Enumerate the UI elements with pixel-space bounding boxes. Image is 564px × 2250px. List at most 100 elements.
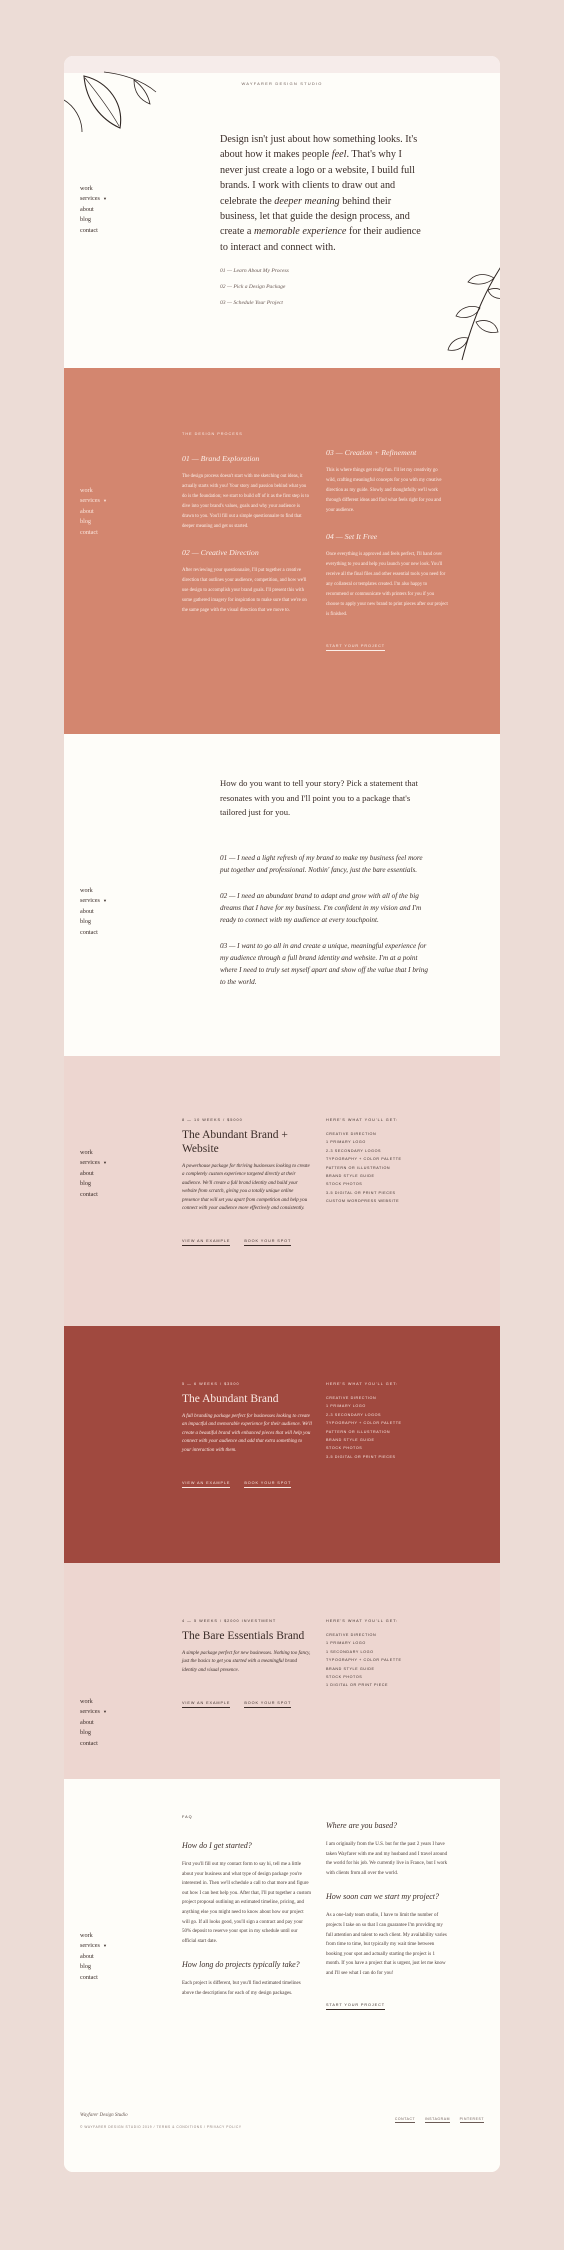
nav-work[interactable]: work xyxy=(80,886,107,896)
footer-link-contact[interactable]: CONTACT xyxy=(394,2117,416,2123)
package-includes: HERE'S WHAT YOU'LL GET: CREATIVE DIRECTI… xyxy=(326,1118,446,1206)
chevron-down-icon: ▼ xyxy=(102,1160,107,1166)
nav-blog[interactable]: blog xyxy=(80,917,107,927)
nav-about[interactable]: about xyxy=(80,205,107,215)
story-option[interactable]: 03 — I want to go all in and create a un… xyxy=(220,940,432,988)
list-item: STOCK PHOTOS xyxy=(326,1446,363,1451)
link-pick-package[interactable]: 02 — Pick a Design Package xyxy=(220,279,289,295)
package-meta: 8 — 10 WEEKS / $5000 xyxy=(182,1118,243,1122)
story-lead: How do you want to tell your story? Pick… xyxy=(220,778,418,818)
footer-link-instagram[interactable]: INSTAGRAM xyxy=(424,2117,451,2123)
nav-services-label: services xyxy=(80,1708,100,1716)
book-spot-button[interactable]: BOOK YOUR SPOT xyxy=(244,1239,292,1247)
nav-blog[interactable]: blog xyxy=(80,215,107,225)
package-description: A simple package perfect for new busines… xyxy=(182,1651,311,1673)
view-example-button[interactable]: VIEW AN EXAMPLE xyxy=(182,1701,231,1709)
start-project-button[interactable]: START YOUR PROJECT xyxy=(326,2003,385,2010)
faq-answer: I am originally from the U.S. but for th… xyxy=(326,1842,448,1876)
nav-work[interactable]: work xyxy=(80,1931,107,1941)
nav-work[interactable]: work xyxy=(80,184,107,194)
story-option[interactable]: 01 — I need a light refresh of my brand … xyxy=(220,852,432,876)
nav-about[interactable]: about xyxy=(80,1952,107,1962)
process-right-column: 03 — Creation + Refinement This is where… xyxy=(326,432,448,652)
nav-services[interactable]: services ▼ xyxy=(80,1707,107,1717)
start-project-button[interactable]: START YOUR PROJECT xyxy=(326,644,385,651)
nav-services[interactable]: services ▼ xyxy=(80,1941,107,1951)
package-section: work services ▼ about blog contact 4 — 5 … xyxy=(64,1563,500,1779)
link-learn-process[interactable]: 01 — Learn About My Process xyxy=(220,263,289,279)
process-eyebrow: THE DESIGN PROCESS xyxy=(182,432,243,436)
nav-services[interactable]: services ▼ xyxy=(80,896,107,906)
nav-about[interactable]: about xyxy=(80,507,107,517)
view-example-button[interactable]: VIEW AN EXAMPLE xyxy=(182,1239,231,1247)
nav-services[interactable]: services ▼ xyxy=(80,1158,107,1168)
nav-work[interactable]: work xyxy=(80,1697,107,1707)
intro-section: work services ▼ about blog contact Design… xyxy=(64,56,500,368)
nav-about[interactable]: about xyxy=(80,1169,107,1179)
list-item: 3-5 DIGITAL OR PRINT PIECES xyxy=(326,1190,396,1195)
side-nav: work services ▼ about blog contact xyxy=(80,486,107,538)
nav-contact[interactable]: contact xyxy=(80,928,107,938)
step-title: 04 — Set It Free xyxy=(326,532,378,541)
includes-label: HERE'S WHAT YOU'LL GET: xyxy=(326,1619,399,1623)
package-includes: HERE'S WHAT YOU'LL GET: CREATIVE DIRECTI… xyxy=(326,1382,446,1461)
nav-services-label: services xyxy=(80,1942,100,1950)
nav-contact[interactable]: contact xyxy=(80,1973,107,1983)
step-body: The design process doesn't start with me… xyxy=(182,474,310,529)
nav-services[interactable]: services ▼ xyxy=(80,496,107,506)
story-options: 01 — I need a light refresh of my brand … xyxy=(220,852,432,1002)
nav-contact[interactable]: contact xyxy=(80,1739,107,1749)
package-buttons: VIEW AN EXAMPLE BOOK YOUR SPOT xyxy=(182,1229,312,1247)
book-spot-button[interactable]: BOOK YOUR SPOT xyxy=(244,1701,292,1709)
nav-blog[interactable]: blog xyxy=(80,1728,107,1738)
list-item: CREATIVE DIRECTION xyxy=(326,1132,377,1136)
side-nav: work services ▼ about blog contact xyxy=(80,1931,107,1983)
nav-blog[interactable]: blog xyxy=(80,1179,107,1189)
nav-services-label: services xyxy=(80,1159,100,1167)
list-item: TYPOGRAPHY + COLOR PALETTE xyxy=(326,1658,402,1663)
step-body: Once everything is approved and feels pe… xyxy=(326,552,448,617)
nav-contact[interactable]: contact xyxy=(80,1190,107,1200)
list-item: TYPOGRAPHY + COLOR PALETTE xyxy=(326,1157,402,1162)
nav-services-label: services xyxy=(80,897,100,905)
side-nav: work services ▼ about blog contact xyxy=(80,1697,107,1749)
chevron-down-icon: ▼ xyxy=(102,498,107,504)
nav-about[interactable]: about xyxy=(80,1718,107,1728)
story-option[interactable]: 02 — I need an abundant brand to adapt a… xyxy=(220,890,432,926)
process-section: work services ▼ about blog contact THE DE… xyxy=(64,368,500,734)
story-section: work services ▼ about blog contact How do… xyxy=(64,734,500,1056)
footer-links: CONTACT INSTAGRAM PINTEREST xyxy=(387,2117,484,2123)
faq-question: How do I get started? xyxy=(182,1841,252,1850)
link-schedule-project[interactable]: 03 — Schedule Your Project xyxy=(220,295,289,311)
nav-services[interactable]: services ▼ xyxy=(80,194,107,204)
faq-section: work services ▼ about blog contact FAQ Ho… xyxy=(64,1779,500,2099)
list-item: BRAND STYLE GUIDE xyxy=(326,1174,375,1179)
faq-answer: Each project is different, but you'll fi… xyxy=(182,1981,301,1996)
book-spot-button[interactable]: BOOK YOUR SPOT xyxy=(244,1481,292,1489)
list-item: STOCK PHOTOS xyxy=(326,1182,363,1187)
list-item: CREATIVE DIRECTION xyxy=(326,1396,377,1400)
package-buttons: VIEW AN EXAMPLE BOOK YOUR SPOT xyxy=(182,1691,312,1709)
list-item: CUSTOM WORDPRESS WEBSITE xyxy=(326,1199,400,1204)
list-item: 2-3 SECONDARY LOGOS xyxy=(326,1412,382,1417)
nav-about[interactable]: about xyxy=(80,907,107,917)
nav-contact[interactable]: contact xyxy=(80,528,107,538)
nav-work[interactable]: work xyxy=(80,486,107,496)
footer-link-pinterest[interactable]: PINTEREST xyxy=(459,2117,484,2123)
nav-blog[interactable]: blog xyxy=(80,1962,107,1972)
intro-text-feel: feel xyxy=(331,149,347,161)
package-meta: 4 — 5 WEEKS / $2000 INVESTMENT xyxy=(182,1619,277,1623)
nav-work[interactable]: work xyxy=(80,1148,107,1158)
list-item: BRAND STYLE GUIDE xyxy=(326,1666,375,1671)
view-example-button[interactable]: VIEW AN EXAMPLE xyxy=(182,1481,231,1489)
package-section: work services ▼ about blog contact 8 — 10… xyxy=(64,1056,500,1326)
side-nav: work services ▼ about blog contact xyxy=(80,1148,107,1200)
nav-blog[interactable]: blog xyxy=(80,517,107,527)
branch-illustration-icon xyxy=(447,267,500,361)
page-frame: WAYFARER DESIGN STUDIO work services ▼ ab… xyxy=(64,56,500,2172)
includes-list: CREATIVE DIRECTION 1 PRIMARY LOGO 2-3 SE… xyxy=(326,1394,446,1461)
list-item: 1 SECONDARY LOGO xyxy=(326,1649,374,1654)
nav-contact[interactable]: contact xyxy=(80,226,107,236)
footer-copyright: © WAYFARER DESIGN STUDIO 2019 / TERMS & … xyxy=(80,2125,242,2129)
intro-paragraph: Design isn't just about how something lo… xyxy=(220,132,426,255)
